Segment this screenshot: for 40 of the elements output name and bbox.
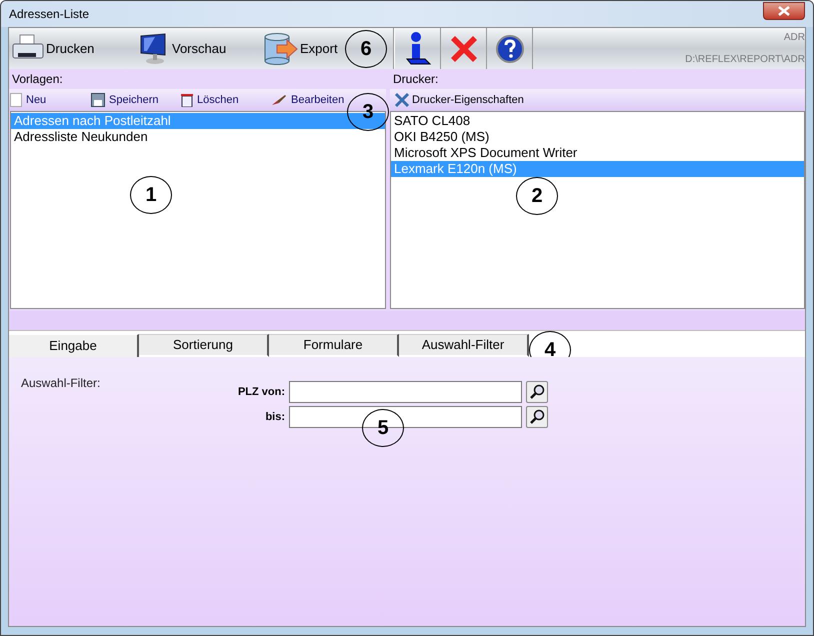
list-item[interactable]: SATO CL408: [391, 113, 804, 129]
field-label: bis:: [264, 410, 285, 425]
callout-number: 1: [130, 176, 172, 214]
section-label: Vorlagen:: [11, 71, 64, 88]
list-item[interactable]: OKI B4250 (MS): [391, 129, 804, 145]
action-button[interactable]: Löschen: [181, 92, 271, 108]
search-button[interactable]: [526, 406, 548, 428]
callout-number: 5: [362, 409, 404, 447]
database-export-icon: [263, 32, 299, 64]
callout-number: 2: [516, 177, 558, 215]
brush-icon: [271, 94, 287, 106]
trash-icon: [181, 93, 193, 107]
report-code: ADR: [784, 31, 805, 45]
input-field[interactable]: [289, 381, 522, 403]
floppy-icon: [91, 93, 105, 107]
tab[interactable]: Sortierung: [139, 334, 269, 357]
tools-icon: [394, 92, 410, 108]
search-icon: [529, 409, 545, 425]
report-path: D:\REFLEX\REPORT\ADR: [685, 53, 805, 67]
callout-number: 6: [345, 30, 387, 68]
close-button[interactable]: [763, 2, 805, 20]
tab[interactable]: Formulare: [269, 334, 399, 357]
callout-number: 3: [347, 93, 389, 131]
filter-heading: Auswahl-Filter:: [21, 376, 100, 390]
tab[interactable]: Auswahl-Filter: [399, 334, 529, 357]
toolbar-button[interactable]: Drucken: [9, 34, 135, 64]
help-icon[interactable]: [494, 34, 524, 64]
section-label: Drucker:: [392, 71, 440, 88]
tab[interactable]: Eingabe: [9, 334, 139, 357]
window-title: Adressen-Liste: [9, 6, 90, 23]
action-button[interactable]: Neu: [9, 92, 91, 108]
list-item[interactable]: Adressliste Neukunden: [11, 129, 385, 145]
field-label: PLZ von:: [236, 384, 285, 400]
toolbar-button[interactable]: Vorschau: [135, 32, 261, 64]
close-icon: [778, 6, 790, 16]
action-button[interactable]: Speichern: [91, 92, 181, 108]
blank-page-icon: [10, 93, 22, 107]
list-item[interactable]: Microsoft XPS Document Writer: [391, 145, 804, 161]
search-icon: [529, 384, 545, 400]
search-button[interactable]: [526, 381, 548, 403]
